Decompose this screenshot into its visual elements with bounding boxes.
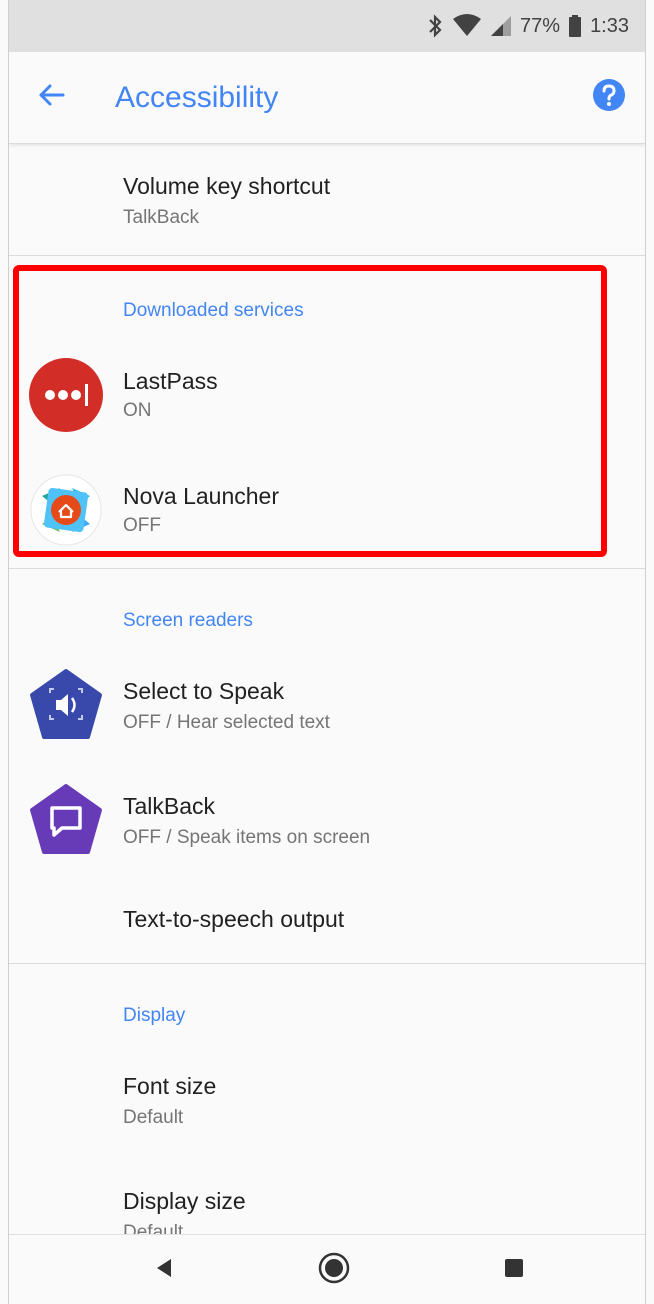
list-item-volume-key-shortcut[interactable]: Volume key shortcut TalkBack (9, 145, 645, 255)
talkback-icon (27, 781, 105, 859)
bluetooth-icon (426, 14, 444, 38)
item-subtitle: OFF (123, 515, 161, 536)
nav-recents-icon (503, 1257, 525, 1284)
list-item-lastpass[interactable]: LastPass ON (9, 340, 645, 452)
item-subtitle: TalkBack (123, 207, 200, 228)
item-title: Nova Launcher (123, 483, 279, 509)
nav-back-icon (153, 1257, 175, 1284)
item-subtitle: Default (123, 1107, 184, 1128)
item-title: LastPass (123, 368, 218, 394)
item-title: Font size (123, 1073, 217, 1099)
help-button[interactable] (589, 78, 629, 118)
help-icon (592, 78, 626, 117)
clock: 1:33 (590, 14, 629, 37)
divider (9, 568, 645, 569)
list-item-select-to-speak[interactable]: Select to Speak OFF / Hear selected text (9, 650, 645, 762)
list-item-font-size[interactable]: Font size Default (9, 1045, 645, 1157)
page-title: Accessibility (115, 80, 279, 114)
item-title: Text-to-speech output (123, 906, 345, 932)
list-item-nova-launcher[interactable]: Nova Launcher OFF (9, 455, 645, 567)
list-item-talkback[interactable]: TalkBack OFF / Speak items on screen (9, 765, 645, 877)
nav-back-button[interactable] (119, 1235, 209, 1304)
phone-screen: 77% 1:33 Accessibility Volume key shortc… (8, 0, 646, 1304)
divider (9, 963, 645, 964)
nav-recents-button[interactable] (469, 1235, 559, 1304)
battery-percent: 77% (520, 14, 561, 37)
item-title: Volume key shortcut (123, 173, 331, 199)
lastpass-icon (27, 356, 105, 434)
section-header-downloaded-services: Downloaded services (123, 300, 304, 321)
section-header-display: Display (123, 1005, 186, 1026)
section-header-screen-readers: Screen readers (123, 610, 253, 631)
nav-home-icon (318, 1252, 350, 1289)
status-bar: 77% 1:33 (9, 0, 645, 52)
item-subtitle: ON (123, 400, 152, 421)
item-subtitle: OFF / Hear selected text (123, 712, 330, 733)
list-item-text-to-speech[interactable]: Text-to-speech output (9, 880, 645, 960)
back-button[interactable] (9, 52, 97, 144)
wifi-icon (452, 14, 482, 38)
item-title: TalkBack (123, 793, 216, 819)
select-to-speak-icon (27, 666, 105, 744)
app-bar: Accessibility (9, 52, 645, 144)
divider (9, 255, 645, 256)
item-title: Display size (123, 1188, 246, 1214)
nova-launcher-icon (27, 471, 105, 549)
item-subtitle: OFF / Speak items on screen (123, 827, 371, 848)
battery-icon (568, 14, 582, 38)
nav-home-button[interactable] (289, 1235, 379, 1304)
arrow-back-icon (36, 80, 66, 115)
item-title: Select to Speak (123, 678, 285, 704)
cell-signal-icon (490, 14, 512, 38)
navigation-bar (9, 1234, 645, 1304)
